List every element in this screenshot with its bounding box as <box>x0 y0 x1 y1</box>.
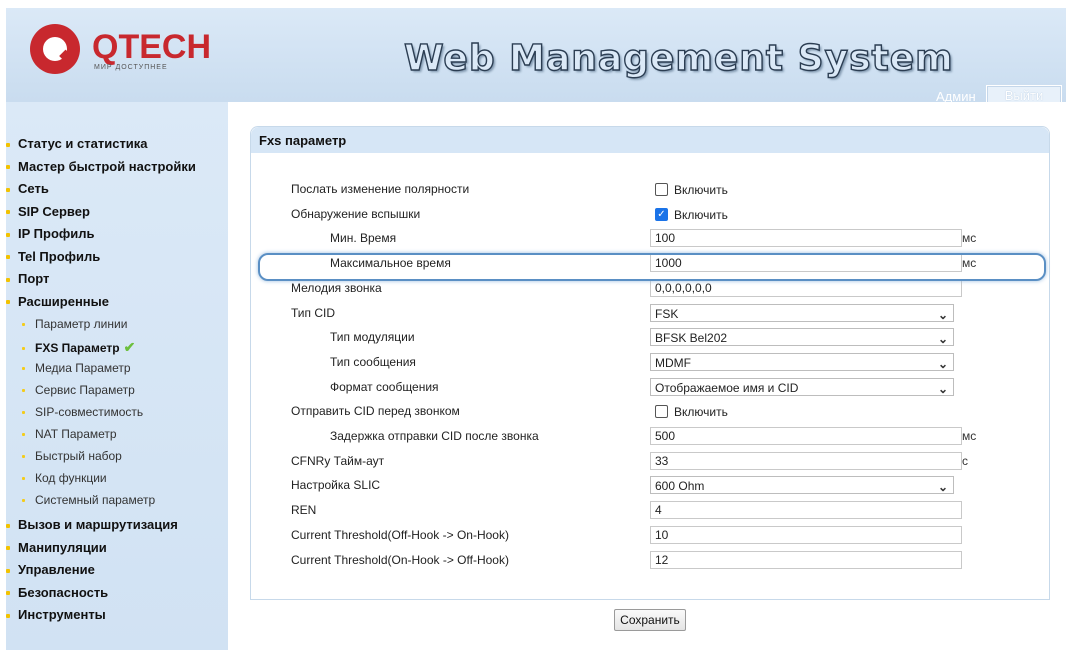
field-label: Тип сообщения <box>330 355 416 369</box>
logo-text: QTECH <box>92 28 211 66</box>
form-row: Послать изменение полярности Включить <box>0 180 1066 200</box>
field-label: Мин. Время <box>330 231 397 245</box>
menu-item-label: Мастер быстрой настройки <box>18 158 196 174</box>
form-row: Формат сообщения Отображаемое имя и CID ⌄ <box>0 378 1066 398</box>
text-input[interactable]: 12 <box>650 551 962 569</box>
select-dropdown[interactable]: BFSK Bel202 ⌄ <box>650 328 954 346</box>
select-value: FSK <box>655 307 679 321</box>
text-input[interactable]: 100 <box>650 229 962 247</box>
menu-item-label: Статус и статистика <box>18 136 148 151</box>
chevron-down-icon: ⌄ <box>937 332 948 346</box>
chevron-down-icon: ⌄ <box>937 382 948 396</box>
field-label: CFNRy Тайм-аут <box>291 454 385 468</box>
field-label: Current Threshold(On-Hook -> Off-Hook) <box>291 553 509 567</box>
select-value: 600 Ohm <box>655 479 705 493</box>
chevron-down-icon: ⌄ <box>937 357 948 371</box>
text-input[interactable]: 4 <box>650 501 962 519</box>
field-label: Отправить CID перед звонком <box>291 404 460 418</box>
select-value: MDMF <box>655 356 691 370</box>
select-dropdown[interactable]: MDMF ⌄ <box>650 353 954 371</box>
select-dropdown[interactable]: FSK ⌄ <box>650 304 954 322</box>
form-row: Отправить CID перед звонком Включить <box>0 402 1066 422</box>
page-title: Web Management System <box>403 37 954 79</box>
top-border <box>0 0 1066 8</box>
save-button[interactable]: Сохранить <box>614 609 686 631</box>
checkbox-label: Включить <box>674 182 728 197</box>
field-label: Мелодия звонка <box>291 281 382 295</box>
form-row: Тип CID FSK ⌄ <box>0 304 1066 324</box>
bullet-icon <box>6 613 10 618</box>
form-row: REN 4 <box>0 501 1066 521</box>
select-dropdown[interactable]: 600 Ohm ⌄ <box>650 476 954 494</box>
field-label: Настройка SLIC <box>291 478 381 492</box>
menu-item-label: Инструменты <box>18 607 106 622</box>
checkbox-checked[interactable]: ✓ <box>655 208 668 222</box>
bullet-icon <box>6 591 10 596</box>
form-row: Настройка SLIC 600 Ohm ⌄ <box>0 476 1066 496</box>
checkbox[interactable] <box>655 405 668 419</box>
select-dropdown[interactable]: Отображаемое имя и CID ⌄ <box>650 378 954 396</box>
form-row: Задержка отправки CID после звонка 500 мс <box>0 427 1066 447</box>
unit-label: с <box>962 454 968 468</box>
sidebar-item[interactable]: Статус и статистика <box>6 136 148 151</box>
unit-label: мс <box>962 231 977 245</box>
checkbox-label: Включить <box>674 404 728 419</box>
select-value: Отображаемое имя и CID <box>655 381 799 395</box>
header-bar: QTECH МИР ДОСТУПНЕЕ Web Management Syste… <box>6 8 1066 107</box>
highlight-annotation <box>258 253 1046 281</box>
field-label: Тип CID <box>291 306 336 320</box>
field-label: Формат сообщения <box>330 380 439 394</box>
form-row: CFNRy Тайм-аут 33 с <box>0 452 1066 472</box>
sidebar-item[interactable]: Инструменты <box>6 607 106 622</box>
field-label: Current Threshold(Off-Hook -> On-Hook) <box>291 528 509 542</box>
checkbox[interactable] <box>655 183 668 197</box>
sidebar-item[interactable]: Мастер быстрой настройки <box>6 159 196 174</box>
text-input[interactable]: 33 <box>650 452 962 470</box>
form-row: Мин. Время 100 мс <box>0 229 1066 249</box>
form-row: Current Threshold(Off-Hook -> On-Hook) 10 <box>0 526 1066 546</box>
text-input[interactable]: 10 <box>650 526 962 544</box>
form-row: Current Threshold(On-Hook -> Off-Hook) 12 <box>0 551 1066 571</box>
logo-subtitle: МИР ДОСТУПНЕЕ <box>94 64 168 71</box>
chevron-down-icon: ⌄ <box>937 480 948 494</box>
bullet-icon <box>6 165 10 170</box>
sidebar-item[interactable]: Безопасность <box>6 585 108 600</box>
form-row: Тип модуляции BFSK Bel202 ⌄ <box>0 328 1066 348</box>
select-value: BFSK Bel202 <box>655 331 728 345</box>
form-row: Мелодия звонка 0,0,0,0,0,0 <box>0 279 1066 299</box>
bullet-icon <box>6 546 10 551</box>
chevron-down-icon: ⌄ <box>937 308 948 322</box>
form-row: Обнаружение вспышки ✓ Включить <box>0 205 1066 225</box>
text-input[interactable]: 500 <box>650 427 962 445</box>
menu-item-label: Безопасность <box>18 584 109 600</box>
checkbox-label: Включить <box>674 207 728 222</box>
panel-title: Fxs параметр <box>259 133 347 148</box>
field-label: Послать изменение полярности <box>291 182 470 196</box>
field-label: Обнаружение вспышки <box>291 207 421 221</box>
form-row: Тип сообщения MDMF ⌄ <box>0 353 1066 373</box>
panel-title-bar: Fxs параметр <box>251 127 1049 153</box>
bullet-icon <box>6 142 10 147</box>
field-label: REN <box>291 503 317 517</box>
qtech-logo-icon <box>30 24 80 74</box>
field-label: Тип модуляции <box>330 330 415 344</box>
text-input[interactable]: 0,0,0,0,0,0 <box>650 279 962 297</box>
unit-label: мс <box>962 429 977 443</box>
field-label: Задержка отправки CID после звонка <box>330 429 539 443</box>
